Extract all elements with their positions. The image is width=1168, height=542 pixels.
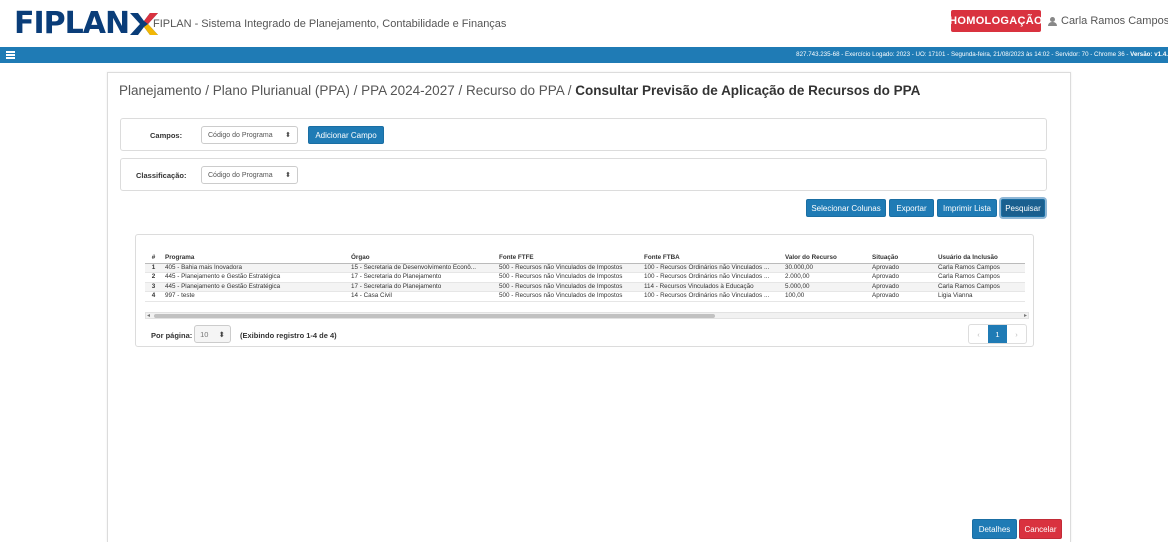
table-cell: 997 - teste [162, 291, 348, 302]
fiplan-logo[interactable]: FIPLAN [14, 6, 159, 41]
table-cell: 500 - Recursos não Vinculados de Imposto… [496, 291, 641, 302]
table-row[interactable]: 2 445 - Planejamento e Gestão Estratégica… [145, 272, 1025, 283]
table-cell: 500 - Recursos não Vinculados de Imposto… [496, 272, 641, 283]
table-cell: Carla Ramos Campos [935, 263, 1025, 273]
table-cell: 17 - Secretaria do Planejamento [348, 272, 496, 283]
table-body: 1 405 - Bahia mais Inovadora 15 - Secretar… [145, 263, 1025, 302]
results-table: # Programa Órgao Fonte FTFE Fonte FTBA Valor … [145, 253, 1025, 302]
table-cell: Aprovado [869, 291, 935, 302]
table-row[interactable]: 1 405 - Bahia mais Inovadora 15 - Secretar… [145, 263, 1025, 273]
logo-text: FIPLAN [14, 6, 130, 41]
table-cell: Aprovado [869, 272, 935, 283]
scrollbar-thumb[interactable] [154, 314, 715, 318]
environment-badge: HOMOLOGAÇÃO [949, 10, 1043, 32]
classificacao-filter-box: Classificação: Código do Programa ⬍ [120, 158, 1047, 191]
version-label: Versão: v1.4. [1130, 51, 1168, 58]
table-cell: 100 - Recursos Ordinários não Vinculados… [641, 272, 782, 283]
table-cell: 30.000,00 [782, 263, 869, 273]
table-cell: 4 [145, 291, 162, 302]
scroll-right-icon[interactable]: ▸ [1024, 312, 1027, 319]
campos-filter-box: Campos: Código do Programa ⬍ Adicionar C… [120, 118, 1047, 151]
table-cell: 14 - Casa Civil [348, 291, 496, 302]
pagination: ‹ 1 › [968, 324, 1027, 344]
results-box: # Programa Órgao Fonte FTFE Fonte FTBA Valor … [135, 234, 1034, 347]
table-cell: 100 - Recursos Ordinários não Vinculados… [641, 291, 782, 302]
previous-page-button[interactable]: ‹ [969, 325, 988, 343]
column-header[interactable]: Fonte FTFE [496, 253, 641, 264]
column-header[interactable]: Usuário da Inclusão [935, 253, 1025, 264]
breadcrumb: Planejamento / Plano Plurianual (PPA) / … [119, 83, 920, 98]
app-title: FIPLAN - Sistema Integrado de Planejamen… [153, 18, 507, 30]
search-button[interactable]: Pesquisar [1001, 199, 1045, 217]
select-caret-icon: ⬍ [285, 172, 291, 179]
table-cell: 100 - Recursos Ordinários não Vinculados… [641, 263, 782, 273]
table-cell: Aprovado [869, 263, 935, 273]
table-cell: 17 - Secretaria do Planejamento [348, 282, 496, 292]
scroll-left-icon[interactable]: ◂ [147, 312, 150, 319]
table-cell: 5.000,00 [782, 282, 869, 292]
table-cell: 445 - Planejamento e Gestão Estratégica [162, 282, 348, 292]
top-header: FIPLAN FIPLAN - Sistema Integrado de Pla… [0, 0, 1168, 47]
campos-select-value: Código do Programa [208, 131, 273, 139]
user-icon [1048, 16, 1057, 26]
campos-select[interactable]: Código do Programa ⬍ [201, 126, 298, 144]
table-cell: 2 [145, 272, 162, 283]
session-info-bar: 827.743.235-68 - Exercício Logado: 2023 … [0, 47, 1168, 63]
table-cell: Ligia Vianna [935, 291, 1025, 302]
table-cell: 3 [145, 282, 162, 292]
table-row[interactable]: 4 997 - teste 14 - Casa Civil 500 - Recurso… [145, 291, 1025, 302]
print-list-button[interactable]: Imprimir Lista [937, 199, 997, 217]
export-button[interactable]: Exportar [889, 199, 934, 217]
user-name: Carla Ramos Campos [1061, 15, 1168, 27]
classificacao-label: Classificação: [136, 171, 187, 180]
table-cell: 114 - Recursos Vinculados à Educação [641, 282, 782, 292]
details-button[interactable]: Detalhes [972, 519, 1017, 539]
table-cell: Aprovado [869, 282, 935, 292]
table-header-row: # Programa Órgao Fonte FTFE Fonte FTBA Valor … [145, 253, 1025, 264]
column-header[interactable]: Situação [869, 253, 935, 264]
record-info: (Exibindo registro 1-4 de 4) [240, 331, 337, 340]
campos-label: Campos: [150, 131, 183, 140]
table-cell: 2.000,00 [782, 272, 869, 283]
table-cell: 405 - Bahia mais Inovadora [162, 263, 348, 273]
select-caret-icon: ⬍ [218, 329, 225, 339]
main-panel: Planejamento / Plano Plurianual (PPA) / … [107, 72, 1071, 542]
page-title: Consultar Previsão de Aplicação de Recur… [575, 83, 921, 98]
table-cell: Carla Ramos Campos [935, 272, 1025, 283]
column-header[interactable]: Programa [162, 253, 348, 264]
cancel-button[interactable]: Cancelar [1019, 519, 1062, 539]
per-page-label: Por página: [151, 331, 193, 340]
per-page-select[interactable]: 10 ⬍ [194, 325, 231, 343]
table-cell: 15 - Secretaria de Desenvolvimento Econô… [348, 263, 496, 273]
table-cell: 500 - Recursos não Vinculados de Imposto… [496, 282, 641, 292]
page-1-button[interactable]: 1 [988, 325, 1007, 343]
column-header[interactable]: Fonte FTBA [641, 253, 782, 264]
classificacao-select-value: Código do Programa [208, 171, 273, 179]
add-field-button[interactable]: Adicionar Campo [308, 126, 384, 144]
table-cell: 445 - Planejamento e Gestão Estratégica [162, 272, 348, 283]
session-info: 827.743.235-68 - Exercício Logado: 2023 … [748, 51, 1168, 58]
hamburger-menu-icon[interactable] [6, 51, 15, 59]
classificacao-select[interactable]: Código do Programa ⬍ [201, 166, 298, 184]
per-page-value: 10 [200, 329, 209, 339]
table-cell: 500 - Recursos não Vinculados de Imposto… [496, 263, 641, 273]
user-menu[interactable]: Carla Ramos Campos ▾ [1048, 15, 1168, 27]
breadcrumb-path: Planejamento / Plano Plurianual (PPA) / … [119, 83, 576, 98]
next-page-button[interactable]: › [1007, 325, 1026, 343]
column-header[interactable]: Valor do Recurso [782, 253, 869, 264]
select-columns-button[interactable]: Selecionar Colunas [806, 199, 886, 217]
horizontal-scrollbar[interactable]: ◂ ▸ [145, 312, 1029, 319]
table-cell: 100,00 [782, 291, 869, 302]
column-header[interactable]: Órgao [348, 253, 496, 264]
table-row[interactable]: 3 445 - Planejamento e Gestão Estratégica… [145, 282, 1025, 292]
column-header[interactable]: # [145, 253, 162, 264]
table-cell: 1 [145, 263, 162, 273]
table-cell: Carla Ramos Campos [935, 282, 1025, 292]
session-text: 827.743.235-68 - Exercício Logado: 2023 … [796, 51, 1131, 58]
select-caret-icon: ⬍ [285, 132, 291, 139]
